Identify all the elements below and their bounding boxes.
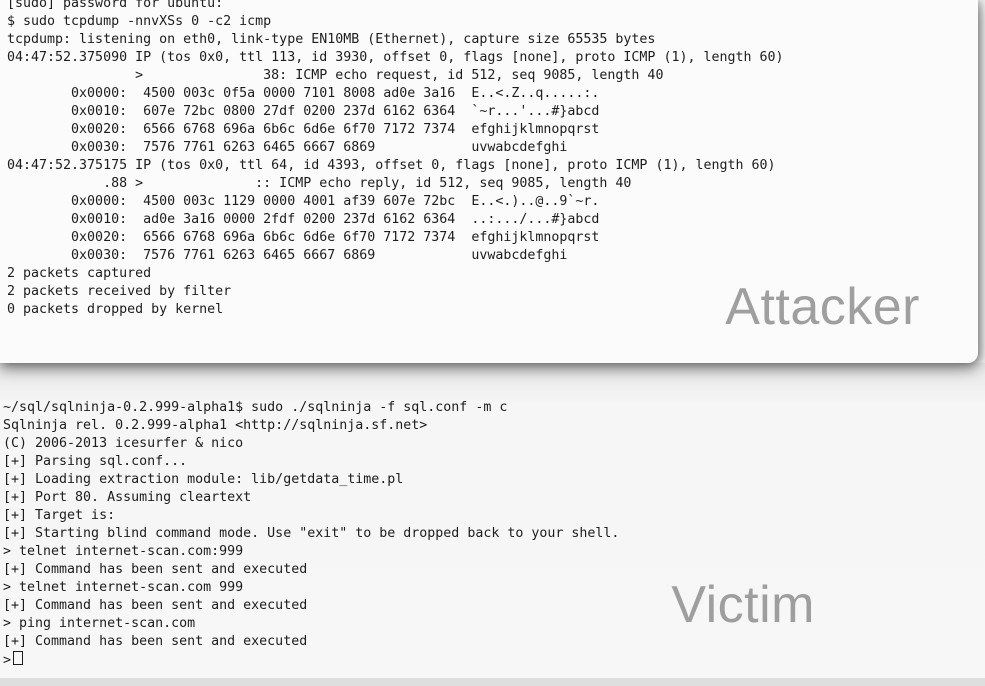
terminal-line: 0x0000: 4500 003c 1129 0000 4001 af39 60… <box>7 194 600 209</box>
terminal-line: [+] Loading extraction module: lib/getda… <box>3 472 404 487</box>
terminal-line: [+] Parsing sql.conf... <box>3 454 188 469</box>
terminal-line: Sqlninja rel. 0.2.999-alpha1 <http://sql… <box>3 418 428 433</box>
terminal-line: 2 packets captured <box>7 266 152 281</box>
terminal-line: [+] Starting blind command mode. Use "ex… <box>3 526 620 541</box>
terminal-line: > ping internet-scan.com <box>3 616 196 631</box>
terminal-line: > telnet internet-scan.com:999 <box>3 544 244 559</box>
terminal-line: [+] Command has been sent and executed <box>3 634 308 649</box>
terminal-line: 04:47:52.375175 IP (tos 0x0, ttl 64, id … <box>7 158 776 173</box>
terminal-line: > telnet internet-scan.com 999 <box>3 580 244 595</box>
attacker-terminal-output: [sudo] password for ubuntu: $ sudo tcpdu… <box>7 0 784 319</box>
terminal-line: .88 > :: ICMP echo reply, id 512, seq 90… <box>7 176 632 191</box>
terminal-line: 0x0030: 7576 7761 6263 6465 6667 6869 uv… <box>7 248 568 263</box>
victim-label: Victim <box>671 576 815 634</box>
prompt-symbol: > <box>3 653 12 668</box>
terminal-line: 0x0010: 607e 72bc 0800 27df 0200 237d 61… <box>7 104 600 119</box>
terminal-line: 0x0000: 4500 003c 0f5a 0000 7101 8008 ad… <box>7 86 600 101</box>
terminal-line: 0x0020: 6566 6768 696a 6b6c 6d6e 6f70 71… <box>7 230 600 245</box>
terminal-prompt-line[interactable]: > <box>3 651 619 669</box>
terminal-line: 0x0020: 6566 6768 696a 6b6c 6d6e 6f70 71… <box>7 122 600 137</box>
victim-terminal-output: ~/sql/sqlninja-0.2.999-alpha1$ sudo ./sq… <box>3 399 619 669</box>
terminal-line: ~/sql/sqlninja-0.2.999-alpha1$ sudo ./sq… <box>3 400 508 415</box>
terminal-line: > 38: ICMP echo request, id 512, seq 908… <box>7 68 664 83</box>
terminal-line: 0x0030: 7576 7761 6263 6465 6667 6869 uv… <box>7 140 568 155</box>
attacker-terminal-window[interactable]: [sudo] password for ubuntu: $ sudo tcpdu… <box>0 0 978 363</box>
terminal-line: 04:47:52.375090 IP (tos 0x0, ttl 113, id… <box>7 50 784 65</box>
victim-terminal-window[interactable]: ~/sql/sqlninja-0.2.999-alpha1$ sudo ./sq… <box>0 363 985 686</box>
terminal-composite: [sudo] password for ubuntu: $ sudo tcpdu… <box>0 0 985 686</box>
attacker-label: Attacker <box>725 278 920 336</box>
terminal-line: [+] Target is: <box>3 508 116 523</box>
text-cursor <box>13 651 24 665</box>
terminal-line: 0 packets dropped by kernel <box>7 302 224 317</box>
terminal-line: [+] Command has been sent and executed <box>3 598 308 613</box>
terminal-line: [+] Command has been sent and executed <box>3 562 308 577</box>
terminal-line: $ sudo tcpdump -nnvXSs 0 -c2 icmp <box>7 14 272 29</box>
terminal-line: 2 packets received by filter <box>7 284 232 299</box>
window-bottom-edge <box>0 678 985 686</box>
terminal-line: (C) 2006-2013 icesurfer & nico <box>3 436 244 451</box>
terminal-line: tcpdump: listening on eth0, link-type EN… <box>7 32 656 47</box>
terminal-line: [+] Port 80. Assuming cleartext <box>3 490 252 505</box>
terminal-line: [sudo] password for ubuntu: <box>7 0 224 11</box>
terminal-line: 0x0010: ad0e 3a16 0000 2fdf 0200 237d 61… <box>7 212 600 227</box>
